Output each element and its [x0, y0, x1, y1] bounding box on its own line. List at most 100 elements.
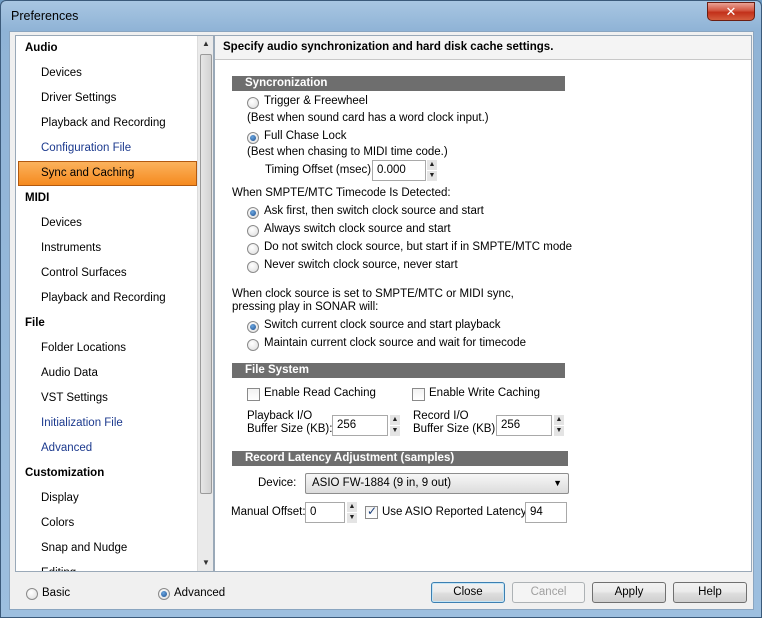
record-buffer-label-2: Buffer Size (KB):: [413, 423, 499, 435]
spin-up-icon[interactable]: ▲: [347, 502, 357, 512]
read-caching-checkbox[interactable]: [247, 388, 260, 401]
clock-heading-line2: pressing play in SONAR will:: [232, 301, 379, 313]
device-label: Device:: [258, 477, 297, 489]
spin-down-icon[interactable]: ▼: [554, 426, 564, 436]
tree-item-sync-and-caching[interactable]: Sync and Caching: [18, 161, 197, 186]
trigger-freewheel-note: (Best when sound card has a word clock i…: [247, 112, 489, 124]
preferences-tree: Audio Devices Driver Settings Playback and …: [15, 35, 214, 572]
basic-mode-label: Basic: [42, 587, 71, 599]
tree-item-advanced[interactable]: Advanced: [16, 436, 198, 461]
tree-item-vst-settings[interactable]: VST Settings: [16, 386, 198, 411]
record-buffer-label-1: Record I/O: [413, 410, 469, 422]
tree-category-file[interactable]: File: [16, 311, 198, 336]
preferences-window: Preferences ✕ Audio Devices Driver Setting…: [0, 0, 762, 618]
smpte-option-label-3: Do not switch clock source, but start if…: [264, 241, 573, 253]
tree-item-colors[interactable]: Colors: [16, 511, 198, 536]
title-bar: Preferences ✕: [1, 1, 761, 31]
full-chase-lock-radio[interactable]: [247, 132, 259, 144]
tree-scrollbar[interactable]: ▲ ▼: [197, 36, 213, 571]
spin-up-icon[interactable]: ▲: [554, 415, 564, 425]
tree-item-control-surfaces[interactable]: Control Surfaces: [16, 261, 198, 286]
spin-down-icon[interactable]: ▼: [427, 171, 437, 181]
scroll-thumb[interactable]: [200, 54, 212, 494]
latency-section-title: Record Latency Adjustment (samples): [232, 451, 568, 466]
window-close-button[interactable]: ✕: [707, 2, 755, 21]
tree-category-customization[interactable]: Customization: [16, 461, 198, 486]
tree-item-playback-and-recording[interactable]: Playback and Recording: [16, 286, 198, 311]
asio-latency-checkbox[interactable]: [365, 504, 378, 519]
smpte-option-radio-2[interactable]: [247, 225, 259, 237]
spin-down-icon[interactable]: ▼: [347, 513, 357, 523]
timing-offset-input[interactable]: 0.000: [372, 160, 426, 181]
sync-section-title: Syncronization: [232, 76, 565, 91]
tree-list: Audio Devices Driver Settings Playback and …: [16, 36, 198, 571]
scroll-down-arrow-icon[interactable]: ▼: [198, 555, 213, 571]
tree-item-instruments[interactable]: Instruments: [16, 236, 198, 261]
timing-offset-label: Timing Offset (msec):: [265, 164, 375, 176]
manual-offset-label: Manual Offset:: [231, 506, 306, 518]
write-caching-checkbox[interactable]: [412, 388, 425, 401]
spin-up-icon[interactable]: ▲: [390, 415, 400, 425]
clock-option-label-1: Switch current clock source and start pl…: [264, 319, 501, 331]
panel-description: Specify audio synchronization and hard d…: [215, 36, 751, 60]
tree-item-initialization-file[interactable]: Initialization File: [16, 411, 198, 436]
trigger-freewheel-radio[interactable]: [247, 97, 259, 109]
timing-offset-spinner[interactable]: ▲ ▼: [427, 160, 437, 181]
clock-heading-line1: When clock source is set to SMPTE/MTC or…: [232, 288, 514, 300]
write-caching-label: Enable Write Caching: [429, 387, 541, 399]
smpte-option-radio-3[interactable]: [247, 243, 259, 255]
tree-category-midi[interactable]: MIDI: [16, 186, 198, 211]
advanced-mode-label: Advanced: [174, 587, 226, 599]
tree-category-audio[interactable]: Audio: [16, 36, 198, 61]
tree-item-configuration-file[interactable]: Configuration File: [16, 136, 198, 161]
manual-offset-input[interactable]: 0: [305, 502, 345, 523]
spin-down-icon[interactable]: ▼: [390, 426, 400, 436]
tree-item-playback-and-recording[interactable]: Playback and Recording: [16, 111, 198, 136]
filesystem-section-title: File System: [232, 363, 565, 378]
dialog-client-area: Audio Devices Driver Settings Playback and …: [9, 31, 754, 610]
tree-item-driver-settings[interactable]: Driver Settings: [16, 86, 198, 111]
clock-option-label-2: Maintain current clock source and wait f…: [264, 337, 527, 349]
playback-buffer-spinner[interactable]: ▲ ▼: [390, 415, 400, 436]
clock-option-radio-1[interactable]: [247, 321, 259, 333]
window-title: Preferences: [11, 9, 79, 23]
help-button[interactable]: Help: [673, 582, 747, 603]
chevron-down-icon: ▼: [553, 478, 562, 488]
smpte-option-label-2: Always switch clock source and start: [264, 223, 451, 235]
asio-latency-value: 94: [525, 502, 567, 523]
clock-option-radio-2[interactable]: [247, 339, 259, 351]
tree-item-folder-locations[interactable]: Folder Locations: [16, 336, 198, 361]
full-chase-lock-note: (Best when chasing to MIDI time code.): [247, 146, 448, 158]
tree-item-snap-and-nudge[interactable]: Snap and Nudge: [16, 536, 198, 561]
smpte-option-radio-4[interactable]: [247, 261, 259, 273]
device-select[interactable]: ASIO FW-1884 (9 in, 9 out) ▼: [305, 473, 569, 494]
tree-item-devices[interactable]: Devices: [16, 61, 198, 86]
tree-item-display[interactable]: Display: [16, 486, 198, 511]
smpte-option-radio-1[interactable]: [247, 207, 259, 219]
smpte-option-label-4: Never switch clock source, never start: [264, 259, 458, 271]
read-caching-label: Enable Read Caching: [264, 387, 376, 399]
playback-buffer-label-1: Playback I/O: [247, 410, 313, 422]
advanced-mode-radio[interactable]: [158, 588, 170, 600]
record-buffer-spinner[interactable]: ▲ ▼: [554, 415, 564, 436]
settings-panel: Specify audio synchronization and hard d…: [214, 35, 752, 572]
smpte-heading: When SMPTE/MTC Timecode Is Detected:: [232, 187, 451, 199]
record-buffer-input[interactable]: 256: [496, 415, 552, 436]
manual-offset-spinner[interactable]: ▲ ▼: [347, 502, 357, 523]
smpte-option-label-1: Ask first, then switch clock source and …: [264, 205, 484, 217]
close-button[interactable]: Close: [431, 582, 505, 603]
trigger-freewheel-label: Trigger & Freewheel: [264, 95, 368, 107]
tree-item-audio-data[interactable]: Audio Data: [16, 361, 198, 386]
spin-up-icon[interactable]: ▲: [427, 160, 437, 170]
apply-button[interactable]: Apply: [592, 582, 666, 603]
cancel-button[interactable]: Cancel: [512, 582, 585, 603]
tree-item-devices[interactable]: Devices: [16, 211, 198, 236]
asio-latency-label: Use ASIO Reported Latency:: [382, 506, 530, 518]
playback-buffer-input[interactable]: 256: [332, 415, 388, 436]
tree-item-editing[interactable]: Editing: [16, 561, 198, 571]
scroll-up-arrow-icon[interactable]: ▲: [198, 36, 213, 52]
device-select-value: ASIO FW-1884 (9 in, 9 out): [312, 477, 452, 489]
dialog-footer: Basic Advanced Close Cancel Apply Help: [10, 574, 753, 609]
playback-buffer-label-2: Buffer Size (KB):: [247, 423, 333, 435]
basic-mode-radio[interactable]: [26, 588, 38, 600]
